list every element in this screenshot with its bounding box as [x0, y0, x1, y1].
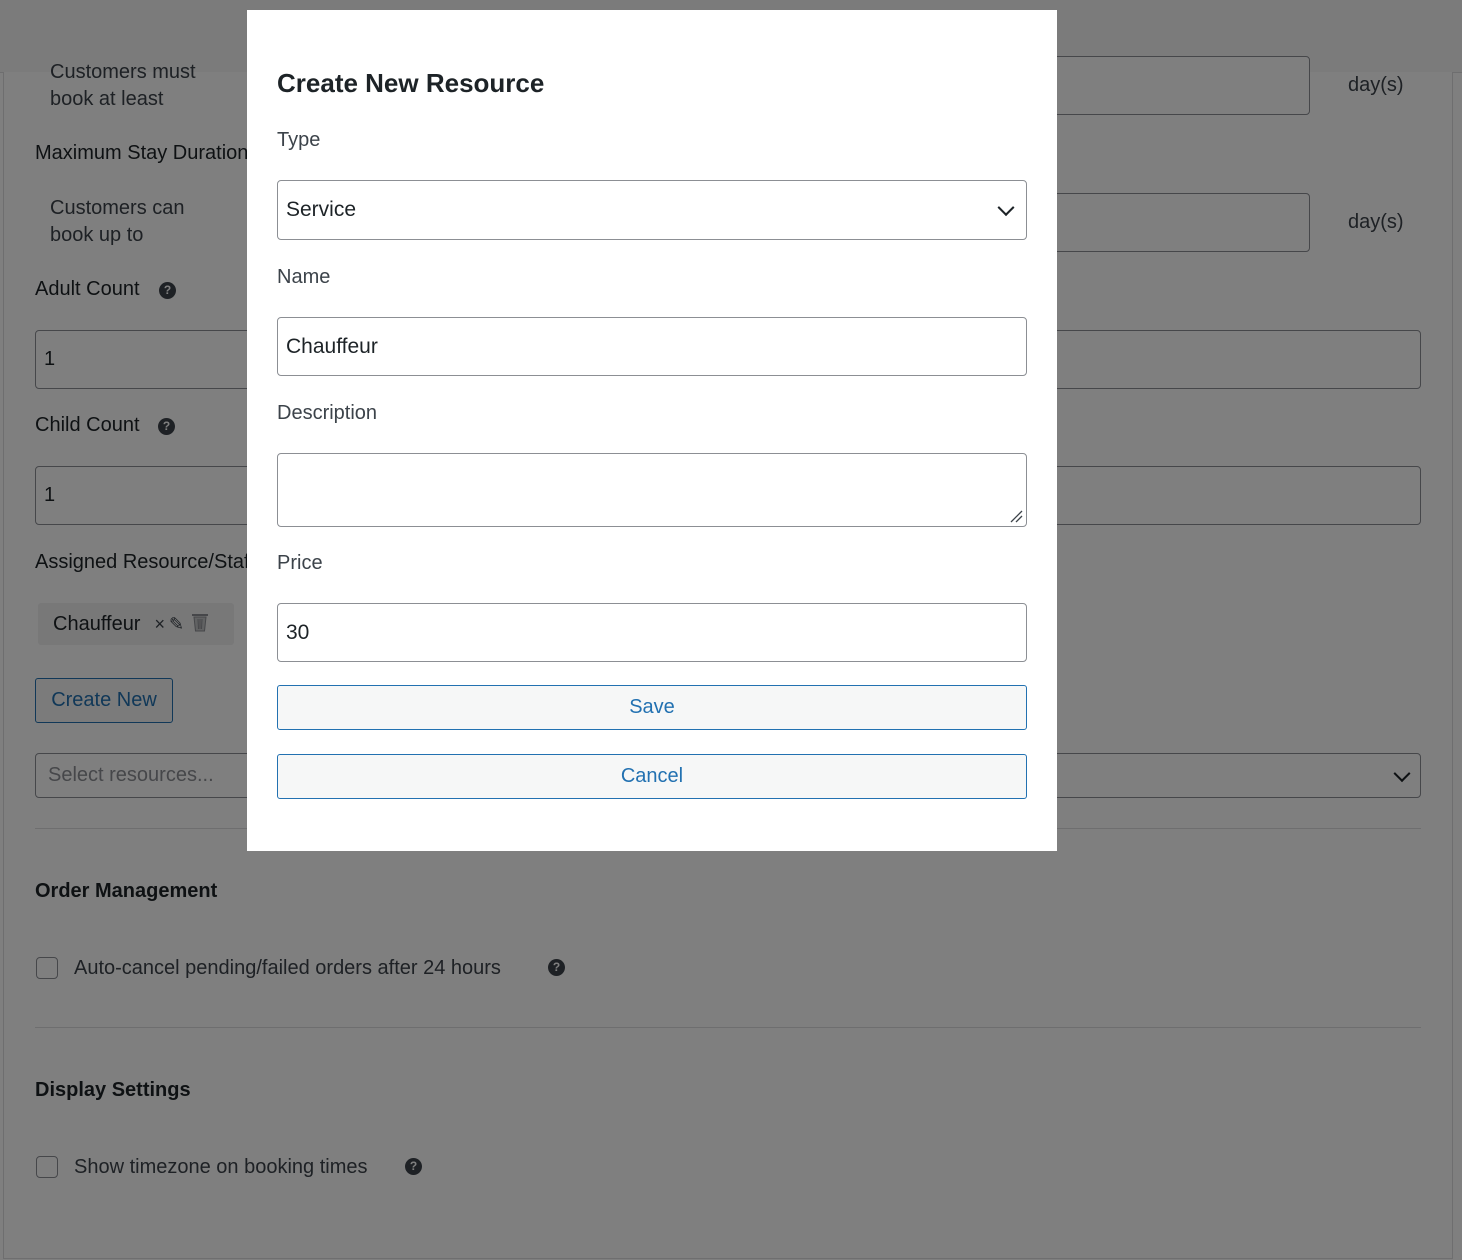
- resize-handle-icon[interactable]: [1009, 509, 1023, 523]
- price-input[interactable]: 30: [277, 603, 1027, 662]
- price-label: Price: [277, 552, 323, 574]
- name-input[interactable]: Chauffeur: [277, 317, 1027, 376]
- description-label: Description: [277, 402, 378, 424]
- save-button[interactable]: Save: [277, 685, 1027, 730]
- description-textarea[interactable]: [277, 453, 1027, 527]
- type-label: Type: [277, 129, 321, 151]
- modal-title: Create New Resource: [277, 68, 545, 98]
- cancel-button[interactable]: Cancel: [277, 754, 1027, 799]
- type-select[interactable]: Service: [277, 180, 1027, 240]
- create-resource-modal: Create New Resource Type Service Name Ch…: [247, 10, 1057, 851]
- chevron-down-icon: [997, 199, 1015, 217]
- type-select-value: Service: [286, 198, 357, 221]
- name-label: Name: [277, 266, 331, 288]
